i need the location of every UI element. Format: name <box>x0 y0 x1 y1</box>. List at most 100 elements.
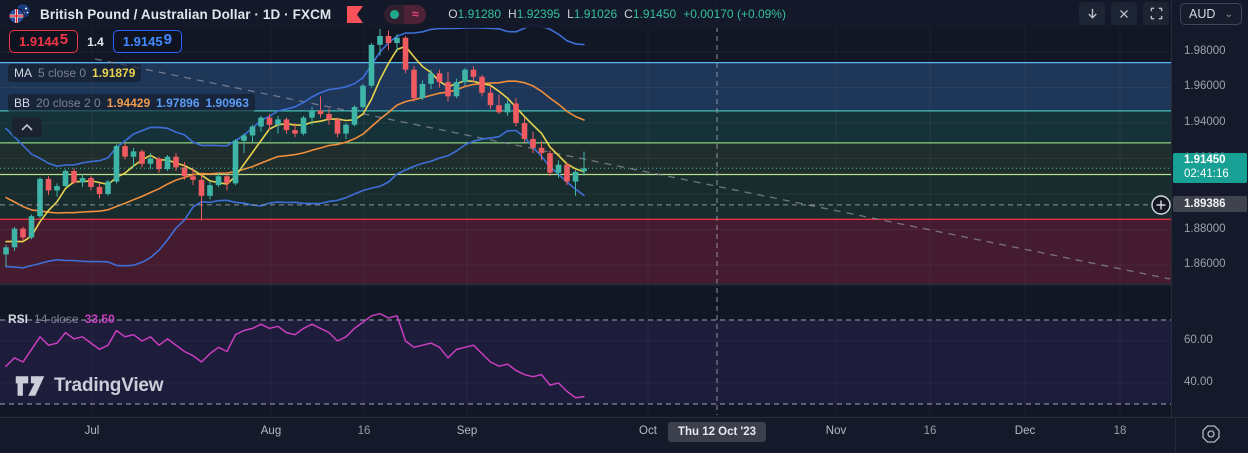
buy-button[interactable]: 1.9145 9 <box>112 30 182 53</box>
last-price-badge: 1.91450 02:41:16 <box>1173 153 1247 184</box>
candle-body <box>54 186 60 191</box>
zone-green-upper <box>0 110 1171 143</box>
candle-body <box>572 171 579 182</box>
crosshair-price-badge: 1.89386 <box>1173 195 1247 212</box>
candle-body <box>436 73 443 83</box>
candle-body <box>368 44 375 86</box>
candle-body <box>122 146 128 157</box>
price-chart-canvas[interactable] <box>0 0 1171 416</box>
candle-body <box>224 176 230 184</box>
candle-body <box>62 170 69 187</box>
candle-body <box>504 103 511 113</box>
candle-body <box>343 124 349 134</box>
candle-body <box>249 126 256 136</box>
price-scale-label: 1.98000 <box>1184 44 1226 57</box>
tradingview-chart-window: British Pound / Australian Dollar · 1D ·… <box>0 0 1248 453</box>
price-scale-label: 1.96000 <box>1184 80 1226 93</box>
tradingview-logo[interactable]: TradingView <box>14 374 164 398</box>
ma-value: 1.91879 <box>92 66 136 80</box>
candle-body <box>45 178 52 191</box>
ohlc-readout: O1.91280 H1.92395 L1.91026 C1.91450 +0.0… <box>448 7 786 21</box>
price-scale[interactable]: AUD⌄ 1.980001.960001.940001.920001.88000… <box>1172 0 1248 416</box>
rsi-indicator-legend[interactable]: RSI 14 close 33.50 <box>8 312 115 326</box>
candle-body <box>445 82 451 97</box>
bb-upper-value: 1.97896 <box>156 96 200 110</box>
candle-body <box>292 130 298 134</box>
candle-body <box>105 181 111 195</box>
candle-body <box>351 106 358 125</box>
pane-divider <box>0 283 1171 286</box>
candle-body <box>564 164 570 182</box>
candle-body <box>88 178 94 187</box>
timezone-settings-button[interactable] <box>1198 421 1224 447</box>
arrow-down-icon <box>1087 8 1097 19</box>
candle-body <box>232 140 239 184</box>
candle-body <box>130 151 137 157</box>
candle-body <box>487 92 494 106</box>
candle-body <box>394 37 400 44</box>
candle-body <box>547 153 553 173</box>
bar-close-countdown: 02:41:16 <box>1184 167 1229 180</box>
candle-body <box>215 176 222 186</box>
tradingview-logo-text: TradingView <box>54 375 164 396</box>
candle-body <box>402 37 409 70</box>
candle-body <box>411 69 417 99</box>
rsi-band-fill <box>0 320 1171 404</box>
candle-body <box>11 228 18 248</box>
chevron-down-icon: ⌄ <box>1224 8 1233 20</box>
close-x-icon <box>1120 9 1128 18</box>
price-scale-label: 1.88000 <box>1184 222 1226 235</box>
candle-body <box>300 117 307 134</box>
currency-pair-flags-icon <box>8 3 32 25</box>
bb-basis-value: 1.94429 <box>106 96 151 110</box>
candle-body <box>496 105 502 113</box>
delayed-data-icon: ≈ <box>404 4 427 24</box>
scale-border[interactable] <box>1171 0 1172 417</box>
candle-body <box>198 179 205 196</box>
market-status-pill[interactable]: ≈ <box>384 4 427 24</box>
pane-close-button[interactable] <box>1111 2 1137 25</box>
time-axis-tick: 16 <box>923 425 937 437</box>
axis-corner-divider <box>1175 417 1176 453</box>
time-axis[interactable]: Thu 12 Oct '23 Jul Aug 16 Sep Oct Nov 16 Dec 18 <box>0 417 1248 453</box>
buy-sell-row: 1.9144 5 1.4 1.9145 9 <box>9 30 182 53</box>
candle-body <box>334 119 341 134</box>
price-scale-label: 1.94000 <box>1184 115 1226 128</box>
candle-body <box>283 119 290 131</box>
candle-body <box>37 178 43 217</box>
add-alert-plus-button[interactable] <box>1150 194 1172 216</box>
candle-body <box>28 216 35 238</box>
collapse-legend-button[interactable] <box>12 117 42 137</box>
time-axis-tick: 18 <box>1113 425 1127 437</box>
candle-body <box>530 138 536 148</box>
time-axis-tick: Oct <box>639 425 657 437</box>
ma-indicator-legend[interactable]: MA 5 close 0 1.91879 <box>8 64 142 82</box>
candle-body <box>96 186 103 195</box>
fxcm-broker-icon[interactable] <box>347 5 364 23</box>
sell-button[interactable]: 1.9144 5 <box>9 30 79 53</box>
candle-body <box>377 35 383 45</box>
price-scale-label: 1.86000 <box>1184 258 1226 271</box>
candle-body <box>156 158 162 170</box>
time-axis-tick: 16 <box>357 425 371 437</box>
time-axis-tick: Nov <box>825 425 847 437</box>
pane-move-down-button[interactable] <box>1079 2 1105 25</box>
candle-body <box>258 117 264 127</box>
candle-body <box>71 170 77 183</box>
candle-body <box>538 147 545 154</box>
candle-body <box>521 122 528 139</box>
candle-body <box>309 110 315 118</box>
pane-maximize-button[interactable] <box>1143 2 1169 25</box>
currency-dropdown[interactable]: AUD ⌄ <box>1180 3 1242 25</box>
candle-body <box>275 119 281 125</box>
bb-indicator-legend[interactable]: BB 20 close 2 0 1.94429 1.97896 1.90963 <box>8 94 255 112</box>
candle-body <box>470 69 477 77</box>
tradingview-logo-mark <box>15 376 45 396</box>
time-axis-tick: Aug <box>260 425 282 437</box>
symbol-title[interactable]: British Pound / Australian Dollar · 1D ·… <box>40 7 331 22</box>
pane-controls <box>1079 2 1169 25</box>
change-readout: +0.00170 (+0.09%) <box>683 7 786 21</box>
candle-body <box>3 247 9 255</box>
candle-body <box>360 85 366 107</box>
chevron-up-icon <box>21 123 33 131</box>
